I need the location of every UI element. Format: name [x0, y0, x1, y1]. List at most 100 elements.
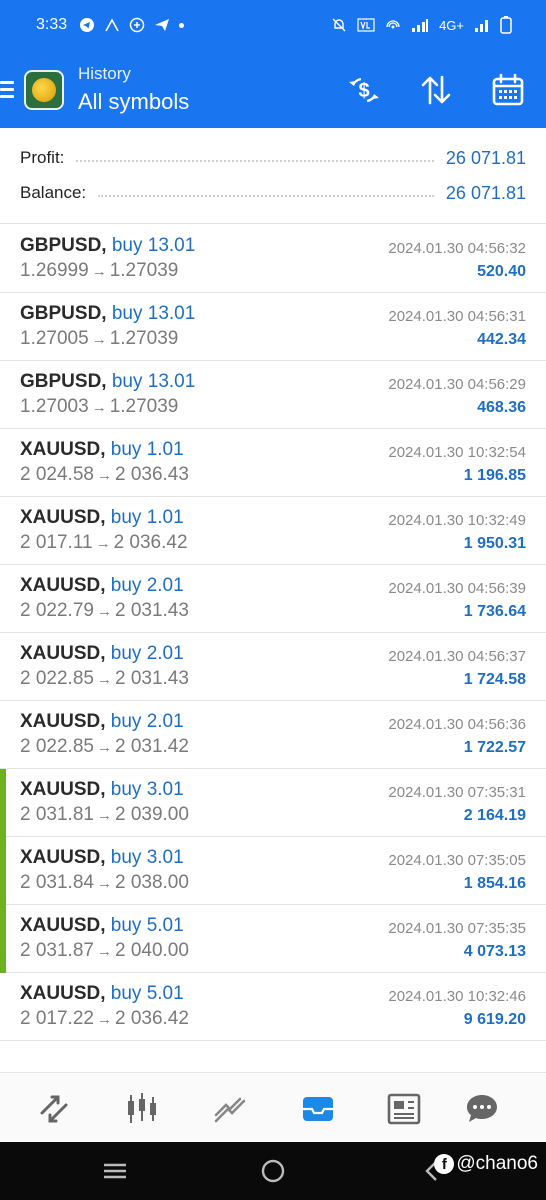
- trade-datetime: 2024.01.30 07:35:35: [388, 920, 526, 937]
- open-price: 2 022.85: [20, 736, 94, 757]
- trade-row[interactable]: XAUUSD, buy 1.01 2 017.11 → 2 036.42 2024.…: [0, 497, 546, 565]
- trade-row[interactable]: XAUUSD, buy 2.01 2 022.85 → 2 031.43 2024.…: [0, 633, 546, 701]
- trade-symbol: XAUUSD,: [20, 779, 106, 800]
- network-type: 4G+: [439, 17, 464, 33]
- trade-profit: 1 722.57: [463, 739, 526, 756]
- trade-profit: 442.34: [477, 331, 526, 348]
- trade-side: buy 1.01: [110, 507, 184, 528]
- open-position-marker: [0, 905, 6, 973]
- app-header: History All symbols $: [0, 50, 546, 128]
- trade-row[interactable]: GBPUSD, buy 13.01 1.27005 → 1.27039 2024.0…: [0, 293, 546, 361]
- signal-icon-2: [475, 20, 488, 32]
- trade-symbol: XAUUSD,: [20, 711, 106, 732]
- dotted-leader: [76, 160, 434, 162]
- balance-row: Balance: 26 071.81: [20, 180, 526, 206]
- trade-profit: 1 196.85: [463, 467, 526, 484]
- svg-text:$: $: [358, 80, 369, 102]
- history-icon: [303, 1097, 333, 1121]
- app-logo[interactable]: [24, 70, 64, 110]
- open-price: 2 017.22: [20, 1008, 94, 1029]
- close-price: 2 031.43: [114, 668, 189, 689]
- bottom-navigation: [0, 1072, 546, 1142]
- symbol-filter-button[interactable]: $: [346, 72, 382, 108]
- arrow-right-icon: →: [91, 399, 107, 416]
- volte-icon: [357, 18, 375, 32]
- trade-datetime: 2024.01.30 07:35:31: [388, 784, 526, 801]
- battery-icon: [500, 16, 512, 34]
- trade-side: buy 2.01: [110, 575, 184, 596]
- trade-datetime: 2024.01.30 04:56:37: [388, 648, 526, 665]
- trade-symbol: GBPUSD,: [20, 371, 107, 392]
- close-price: 1.27039: [109, 328, 179, 349]
- trade-symbol: XAUUSD,: [20, 439, 106, 460]
- trade-symbol: XAUUSD,: [20, 507, 106, 528]
- open-position-marker: [0, 837, 6, 905]
- trade-row[interactable]: XAUUSD, buy 1.01 2 024.58 → 2 036.43 2024.…: [0, 429, 546, 497]
- notification-icons: [79, 17, 185, 33]
- trade-side: buy 13.01: [111, 371, 196, 392]
- trade-row[interactable]: GBPUSD, buy 13.01 1.26999 → 1.27039 2024.0…: [0, 225, 546, 293]
- menu-icon[interactable]: [0, 81, 14, 99]
- trade-datetime: 2024.01.30 04:56:36: [388, 716, 526, 733]
- open-price: 2 022.79: [20, 600, 94, 621]
- home-button[interactable]: [258, 1156, 288, 1186]
- close-price: 2 036.43: [114, 464, 189, 485]
- trade-profit: 520.40: [477, 263, 526, 280]
- trade-side: buy 13.01: [111, 235, 196, 256]
- page-title[interactable]: All symbols: [78, 89, 189, 115]
- nav-quotes[interactable]: [34, 1089, 74, 1129]
- balance-value: 26 071.81: [445, 182, 526, 203]
- trade-side: buy 5.01: [110, 915, 184, 936]
- trade-row[interactable]: XAUUSD, buy 5.01 2 017.22 → 2 036.42 2024.…: [0, 973, 546, 1041]
- status-bar: 3:33 4G+: [0, 0, 546, 50]
- arrow-right-icon: →: [96, 875, 112, 892]
- open-price: 2 031.81: [20, 804, 94, 825]
- calendar-button[interactable]: [490, 72, 526, 108]
- trade-side: buy 1.01: [110, 439, 184, 460]
- trade-symbol: XAUUSD,: [20, 643, 106, 664]
- profit-value: 26 071.81: [445, 147, 526, 168]
- recent-apps-icon: [104, 1163, 126, 1179]
- trade-row[interactable]: XAUUSD, buy 2.01 2 022.79 → 2 031.43 2024.…: [0, 565, 546, 633]
- trade-symbol: GBPUSD,: [20, 235, 107, 256]
- close-price: 2 031.42: [114, 736, 189, 757]
- trade-side: buy 5.01: [110, 983, 184, 1004]
- dot-icon: [179, 22, 185, 28]
- open-price: 2 017.11: [20, 532, 93, 553]
- recent-apps-button[interactable]: [100, 1156, 130, 1186]
- sort-button[interactable]: [418, 72, 454, 108]
- trade-profit: 1 950.31: [463, 535, 526, 552]
- trade-profit: 1 724.58: [463, 671, 526, 688]
- close-price: 1.27039: [109, 396, 179, 417]
- open-price: 2 024.58: [20, 464, 94, 485]
- trade-row[interactable]: XAUUSD, buy 3.01 2 031.84 → 2 038.00 2024.…: [0, 837, 546, 905]
- trade-row[interactable]: XAUUSD, buy 3.01 2 031.81 → 2 039.00 2024.…: [0, 769, 546, 837]
- system-status-icons: 4G+: [331, 16, 512, 34]
- close-price: 2 038.00: [114, 872, 189, 893]
- header-subtitle: History: [78, 64, 131, 83]
- balance-label: Balance:: [20, 183, 87, 202]
- profit-label: Profit:: [20, 148, 65, 167]
- trade-icon: [214, 1097, 246, 1123]
- trade-profit: 1 854.16: [463, 875, 526, 892]
- open-price: 2 031.84: [20, 872, 94, 893]
- trade-side: buy 3.01: [110, 779, 184, 800]
- nav-trade[interactable]: [210, 1089, 250, 1129]
- trade-row[interactable]: GBPUSD, buy 13.01 1.27003 → 1.27039 2024.0…: [0, 361, 546, 429]
- nav-history[interactable]: [298, 1089, 338, 1129]
- arrow-right-icon: →: [96, 1011, 112, 1028]
- watermark-text: @chano6: [456, 1153, 538, 1174]
- trade-row[interactable]: XAUUSD, buy 5.01 2 031.87 → 2 040.00 2024.…: [0, 905, 546, 973]
- watermark: f @chano6: [434, 1153, 538, 1175]
- nav-chat[interactable]: [462, 1089, 502, 1129]
- dotted-leader: [98, 195, 434, 197]
- trade-row[interactable]: XAUUSD, buy 2.01 2 022.85 → 2 031.42 2024.…: [0, 701, 546, 769]
- trade-symbol: XAUUSD,: [20, 847, 106, 868]
- trade-profit: 1 736.64: [463, 603, 526, 620]
- trade-symbol: XAUUSD,: [20, 983, 106, 1004]
- nav-chart[interactable]: [122, 1089, 162, 1129]
- nav-news[interactable]: [384, 1089, 424, 1129]
- quotes-icon: [40, 1095, 68, 1123]
- close-price: 2 036.42: [114, 1008, 189, 1029]
- trade-datetime: 2024.01.30 10:32:46: [388, 988, 526, 1005]
